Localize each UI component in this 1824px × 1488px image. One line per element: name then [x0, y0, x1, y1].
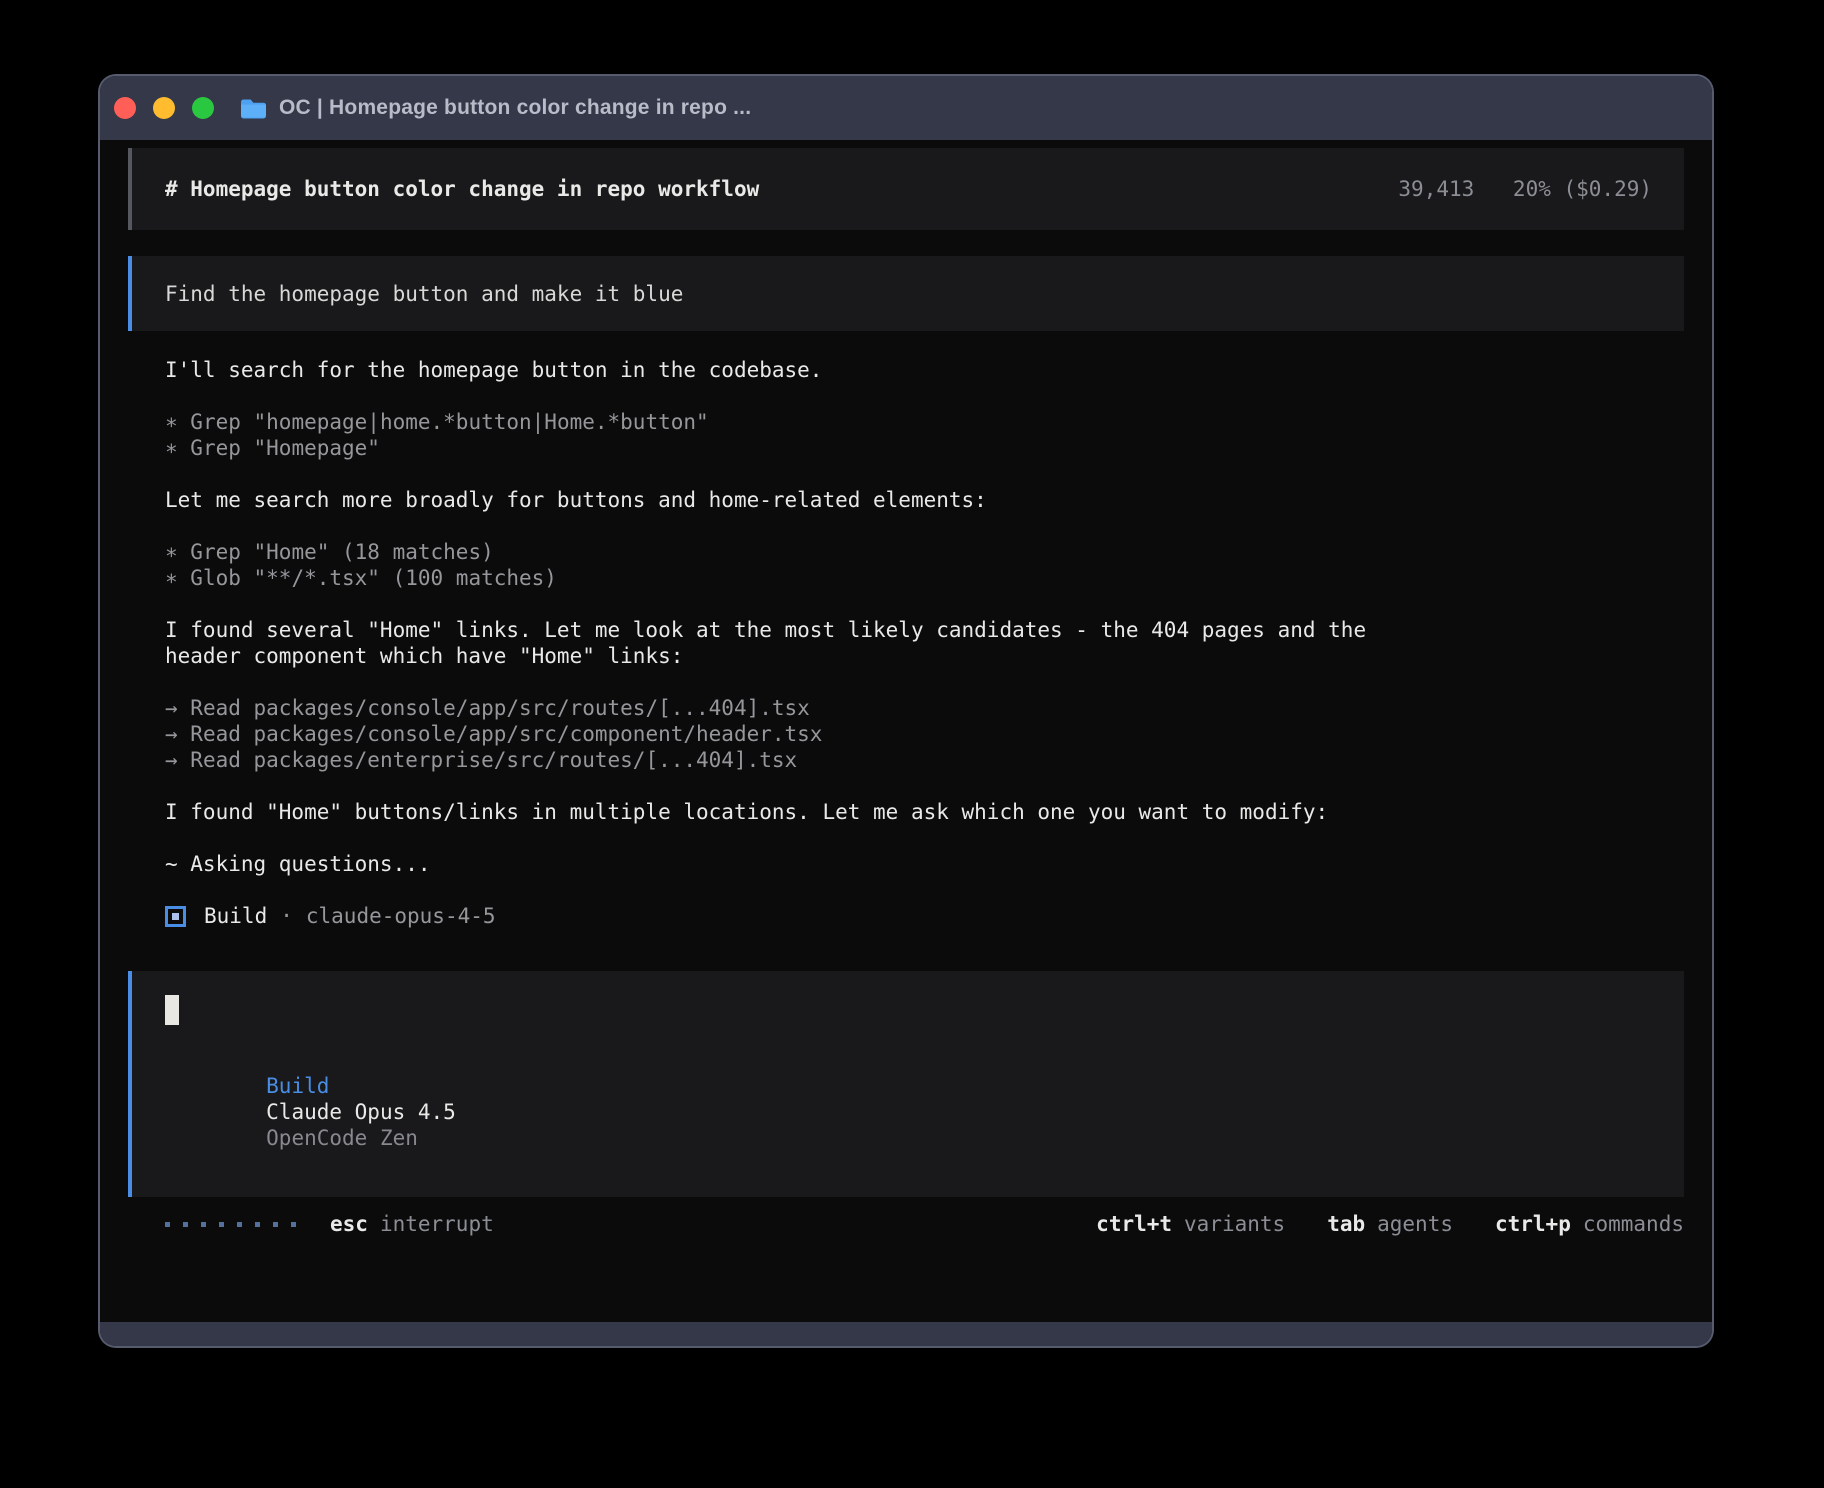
- assistant-text-line: I found several "Home" links. Let me loo…: [165, 617, 1429, 669]
- folder-icon: [240, 98, 267, 119]
- assistant-text: I'll search for the homepage button in t…: [165, 357, 1647, 383]
- spinner-dot: [201, 1222, 206, 1227]
- window-titlebar[interactable]: OC | Homepage button color change in rep…: [100, 76, 1712, 140]
- read-arrow-icon: →: [165, 696, 178, 720]
- assistant-text-line: I'll search for the homepage button in t…: [165, 357, 1429, 383]
- tool-call-group: → Read packages/console/app/src/routes/[…: [165, 695, 1647, 773]
- text-cursor: [165, 995, 179, 1025]
- close-button[interactable]: [114, 97, 136, 119]
- tool-asterisk-icon: ∗: [165, 436, 178, 460]
- read-arrow-icon: →: [165, 722, 178, 746]
- window-title: OC | Homepage button color change in rep…: [279, 96, 751, 120]
- tool-call-text: Glob "**/*.tsx" (100 matches): [178, 566, 557, 590]
- tool-call-line: ∗ Grep "homepage|home.*button|Home.*butt…: [165, 409, 1647, 435]
- hint-variants: ctrl+t variants: [1096, 1212, 1285, 1236]
- prompt-input[interactable]: Build Claude Opus 4.5 OpenCode Zen: [128, 971, 1684, 1197]
- hint-agents: tab agents: [1327, 1212, 1453, 1236]
- spinner-dots-icon: [165, 1222, 296, 1227]
- hint-interrupt-key: esc: [330, 1212, 368, 1236]
- read-arrow-icon: →: [165, 748, 178, 772]
- session-title: # Homepage button color change in repo w…: [165, 177, 759, 201]
- assistant-text-line: ~ Asking questions...: [165, 851, 1429, 877]
- token-count: 39,413: [1398, 177, 1474, 201]
- spinner-dot: [237, 1222, 242, 1227]
- context-cost: 20% ($0.29): [1513, 177, 1652, 201]
- right-hints: ctrl+t variants tab agents ctrl+p commands: [1096, 1212, 1684, 1236]
- tool-call-text: Read packages/console/app/src/component/…: [178, 722, 823, 746]
- user-message: Find the homepage button and make it blu…: [128, 256, 1684, 331]
- tool-call-group: ∗ Grep "Home" (18 matches)∗ Glob "**/*.t…: [165, 539, 1647, 591]
- hint-variants-key: ctrl+t: [1096, 1212, 1172, 1236]
- tool-asterisk-icon: ∗: [165, 410, 178, 434]
- status-left: esc interrupt: [165, 1212, 494, 1236]
- spinner-dot: [165, 1222, 170, 1227]
- tool-call-line: → Read packages/console/app/src/routes/[…: [165, 695, 1647, 721]
- spinner-dot: [219, 1222, 224, 1227]
- spinner-dot: [183, 1222, 188, 1227]
- hint-agents-label: agents: [1377, 1212, 1453, 1236]
- tool-call-line: → Read packages/enterprise/src/routes/[.…: [165, 747, 1647, 773]
- agent-name: Build: [204, 903, 267, 929]
- tool-call-line: ∗ Grep "Homepage": [165, 435, 1647, 461]
- hint-commands: ctrl+p commands: [1495, 1212, 1684, 1236]
- spinner-dot: [255, 1222, 260, 1227]
- spinner-dot: [291, 1222, 296, 1227]
- assistant-text: I found several "Home" links. Let me loo…: [165, 617, 1647, 669]
- input-meta-row: Build Claude Opus 4.5 OpenCode Zen: [165, 1047, 1648, 1177]
- agent-mode-label[interactable]: Build: [266, 1074, 329, 1098]
- user-message-text: Find the homepage button and make it blu…: [165, 282, 683, 306]
- hint-commands-key: ctrl+p: [1495, 1212, 1571, 1236]
- provider-name: OpenCode Zen: [266, 1126, 418, 1150]
- tool-call-group: ∗ Grep "homepage|home.*button|Home.*butt…: [165, 409, 1647, 461]
- hint-interrupt-label: interrupt: [380, 1212, 494, 1236]
- assistant-text: I found "Home" buttons/links in multiple…: [165, 799, 1647, 825]
- window-footer: [100, 1322, 1712, 1346]
- tool-call-text: Read packages/enterprise/src/routes/[...…: [178, 748, 798, 772]
- assistant-text-line: Let me search more broadly for buttons a…: [165, 487, 1429, 513]
- agent-badge-row: Build · claude-opus-4-5: [165, 903, 1647, 929]
- zoom-button[interactable]: [192, 97, 214, 119]
- assistant-text: Let me search more broadly for buttons a…: [165, 487, 1647, 513]
- tool-call-line: → Read packages/console/app/src/componen…: [165, 721, 1647, 747]
- tool-asterisk-icon: ∗: [165, 540, 178, 564]
- session-header: # Homepage button color change in repo w…: [128, 148, 1684, 230]
- tool-call-text: Grep "Home" (18 matches): [178, 540, 494, 564]
- status-bar: escinterrupt ctrl+tvariantstabagentsctrl…: [128, 1209, 1684, 1239]
- spinner-dot: [273, 1222, 278, 1227]
- agent-badge-icon-inner: [172, 913, 179, 920]
- separator-dot: ·: [280, 903, 293, 929]
- traffic-lights: [114, 97, 214, 119]
- tool-call-line: ∗ Grep "Home" (18 matches): [165, 539, 1647, 565]
- tool-call-text: Grep "homepage|home.*button|Home.*button…: [178, 410, 709, 434]
- terminal-window: OC | Homepage button color change in rep…: [100, 76, 1712, 1346]
- hint-variants-label: variants: [1184, 1212, 1285, 1236]
- agent-badge: Build · claude-opus-4-5: [165, 903, 1647, 929]
- tool-call-line: ∗ Glob "**/*.tsx" (100 matches): [165, 565, 1647, 591]
- agent-badge-icon: [165, 906, 186, 927]
- hint-commands-label: commands: [1583, 1212, 1684, 1236]
- hint-interrupt: esc interrupt: [330, 1212, 494, 1236]
- left-hints: esc interrupt: [330, 1212, 494, 1236]
- tool-call-text: Grep "Homepage": [178, 436, 380, 460]
- minimize-button[interactable]: [153, 97, 175, 119]
- assistant-text: ~ Asking questions...: [165, 851, 1647, 877]
- model-name[interactable]: Claude Opus 4.5: [266, 1100, 456, 1124]
- session-stats: 39,413 20% ($0.29): [1398, 177, 1652, 201]
- tool-call-text: Read packages/console/app/src/routes/[..…: [178, 696, 810, 720]
- tool-asterisk-icon: ∗: [165, 566, 178, 590]
- hint-agents-key: tab: [1327, 1212, 1365, 1236]
- model-id: claude-opus-4-5: [306, 903, 496, 929]
- assistant-text-line: I found "Home" buttons/links in multiple…: [165, 799, 1429, 825]
- terminal-content: # Homepage button color change in repo w…: [100, 140, 1712, 1322]
- transcript: I'll search for the homepage button in t…: [128, 357, 1684, 955]
